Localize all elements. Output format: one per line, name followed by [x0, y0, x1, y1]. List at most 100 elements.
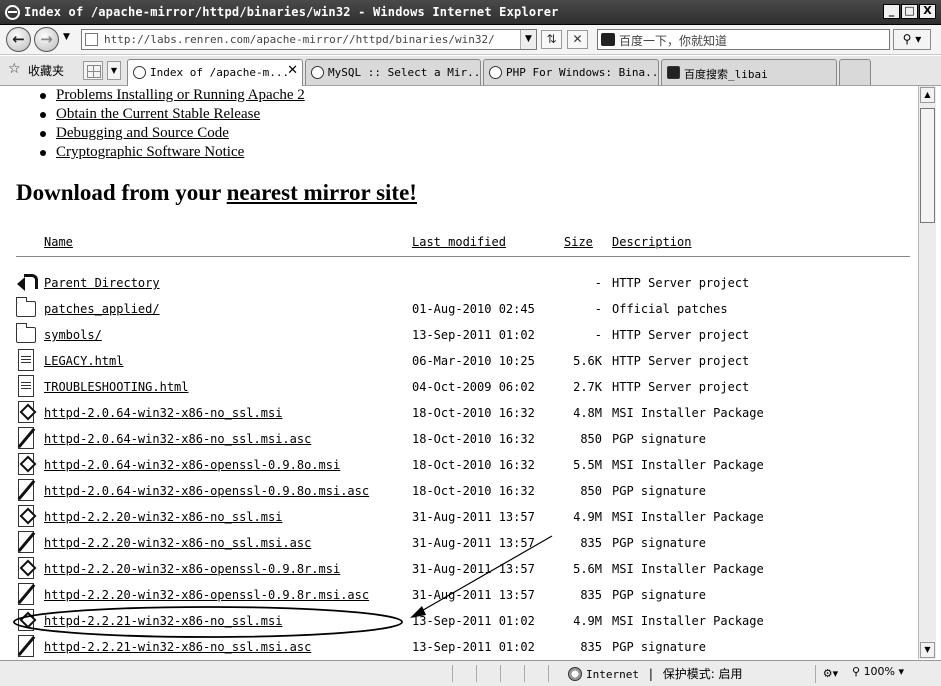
file-name-link[interactable]: httpd-2.2.20-win32-x86-no_ssl.msi.asc: [44, 536, 311, 550]
last-modified: 18-Oct-2010 16:32: [412, 406, 535, 420]
signature-icon: [18, 427, 34, 449]
signature-icon: [18, 583, 34, 605]
file-name-link[interactable]: httpd-2.0.64-win32-x86-no_ssl.msi.asc: [44, 432, 311, 446]
scroll-up-icon[interactable]: ▲: [920, 87, 935, 103]
table-row: httpd-2.2.21-win32-x86-no_ssl.msi.asc 13-…: [2, 634, 918, 659]
package-icon: [18, 609, 34, 631]
file-description: PGP signature: [612, 640, 706, 654]
last-modified: 31-Aug-2011 13:57: [412, 588, 535, 602]
link-problems-installing[interactable]: Problems Installing or Running Apache 2: [56, 87, 305, 103]
close-window-button[interactable]: X: [919, 4, 936, 19]
file-description: HTTP Server project: [612, 328, 750, 342]
globe-icon: [568, 667, 582, 681]
file-size: 2.7K: [573, 380, 602, 394]
close-tab-icon[interactable]: ✕: [287, 63, 298, 78]
document-icon: [18, 349, 34, 371]
last-modified: 31-Aug-2011 13:57: [412, 510, 535, 524]
security-settings-icon[interactable]: ⚙▾: [815, 665, 845, 683]
file-size: 835: [580, 588, 602, 602]
file-description: MSI Installer Package: [612, 458, 764, 472]
search-button[interactable]: ⚲ ▾: [893, 29, 931, 50]
address-url[interactable]: http://labs.renren.com/apache-mirror//ht…: [104, 33, 495, 46]
favorites-star-icon[interactable]: ☆: [8, 61, 21, 77]
zoom-level: 100%: [863, 665, 896, 678]
table-row: httpd-2.2.20-win32-x86-no_ssl.msi.asc 31-…: [2, 530, 918, 556]
status-segment: [500, 665, 524, 682]
column-header-name[interactable]: Name: [44, 235, 73, 249]
file-name-link[interactable]: httpd-2.2.21-win32-x86-no_ssl.msi: [44, 614, 282, 628]
table-row: symbols/13-Sep-2011 01:02 - HTTP Server pr…: [2, 322, 918, 348]
search-placeholder[interactable]: 百度一下，你就知道: [619, 32, 727, 49]
mirror-heading: Download from your nearest mirror site!: [16, 180, 417, 206]
maximize-button[interactable]: □: [901, 4, 918, 19]
table-row: httpd-2.0.64-win32-x86-openssl-0.9.8o.ms…: [2, 478, 918, 504]
tab-label: MySQL :: Select a Mir...: [328, 66, 487, 79]
tab-apache-index[interactable]: Index of /apache-m... ✕: [127, 59, 303, 86]
list-item: Problems Installing or Running Apache 2: [40, 86, 305, 105]
file-name-link[interactable]: httpd-2.0.64-win32-x86-openssl-0.9.8o.ms…: [44, 484, 369, 498]
table-row: patches_applied/01-Aug-2010 02:45 - Offici…: [2, 296, 918, 322]
minimize-button[interactable]: _: [883, 4, 900, 19]
table-row: httpd-2.0.64-win32-x86-no_ssl.msi 18-Oct-…: [2, 400, 918, 426]
tab-php[interactable]: PHP For Windows: Bina...: [483, 59, 665, 85]
status-bar: Internet | 保护模式: 启用 ⚙▾ ⚲ 100% ▾: [0, 660, 941, 686]
file-description: MSI Installer Package: [612, 406, 764, 420]
recent-pages-dropdown[interactable]: ▼: [63, 32, 70, 42]
file-size: 5.5M: [573, 458, 602, 472]
title-bar: Index of /apache-mirror/httpd/binaries/w…: [0, 0, 941, 25]
column-header-size[interactable]: Size: [564, 235, 593, 249]
file-description: MSI Installer Package: [612, 614, 764, 628]
tab-baidu[interactable]: 百度搜索_libai: [661, 59, 837, 85]
folder-icon: [16, 323, 36, 343]
quick-tabs-icon[interactable]: [83, 61, 103, 80]
address-bar[interactable]: http://labs.renren.com/apache-mirror//ht…: [81, 29, 537, 50]
file-name-link[interactable]: symbols/: [44, 328, 102, 342]
search-input[interactable]: 百度一下，你就知道: [597, 29, 890, 50]
table-row: httpd-2.2.20-win32-x86-openssl-0.9.8r.ms…: [2, 582, 918, 608]
signature-icon: [18, 635, 34, 657]
column-header-modified[interactable]: Last modified: [412, 235, 506, 249]
page-icon: [85, 33, 98, 46]
tab-list-dropdown[interactable]: ▼: [107, 61, 121, 80]
refresh-icon[interactable]: ⇅: [541, 30, 562, 49]
file-name-link[interactable]: TROUBLESHOOTING.html: [44, 380, 189, 394]
parent-directory-icon: [16, 271, 38, 293]
link-crypto-notice[interactable]: Cryptographic Software Notice: [56, 144, 244, 160]
table-row: httpd-2.0.64-win32-x86-no_ssl.msi.asc 18-…: [2, 426, 918, 452]
link-stable-release[interactable]: Obtain the Current Stable Release: [56, 106, 260, 122]
forward-button[interactable]: →: [34, 27, 59, 52]
favorites-button[interactable]: 收藏夹: [28, 62, 64, 79]
header-divider: [16, 256, 910, 257]
file-size: 5.6M: [573, 562, 602, 576]
address-dropdown-button[interactable]: ▼: [520, 30, 536, 49]
stop-icon[interactable]: ✕: [567, 30, 588, 49]
package-icon: [18, 557, 34, 579]
tab-mysql[interactable]: MySQL :: Select a Mir...: [305, 59, 487, 85]
file-name-link[interactable]: httpd-2.0.64-win32-x86-openssl-0.9.8o.ms…: [44, 458, 340, 472]
baidu-paw-icon: [601, 33, 615, 46]
file-name-link[interactable]: patches_applied/: [44, 302, 160, 316]
new-tab-button[interactable]: [839, 59, 871, 85]
file-name-link[interactable]: httpd-2.0.64-win32-x86-no_ssl.msi: [44, 406, 282, 420]
scroll-down-icon[interactable]: ▼: [920, 642, 935, 658]
zoom-control[interactable]: ⚲ 100% ▾: [852, 665, 904, 678]
file-name-link[interactable]: httpd-2.2.20-win32-x86-no_ssl.msi: [44, 510, 282, 524]
nearest-mirror-link[interactable]: nearest mirror site!: [227, 180, 417, 205]
security-zone[interactable]: Internet | 保护模式: 启用: [568, 665, 743, 683]
back-button[interactable]: ←: [6, 27, 31, 52]
scroll-thumb[interactable]: [920, 108, 935, 223]
file-name-link[interactable]: httpd-2.2.20-win32-x86-openssl-0.9.8r.ms…: [44, 562, 340, 576]
vertical-scrollbar[interactable]: ▲ ▼: [918, 86, 936, 659]
file-name-link[interactable]: httpd-2.2.21-win32-x86-no_ssl.msi.asc: [44, 640, 311, 654]
file-name-link[interactable]: LEGACY.html: [44, 354, 123, 368]
file-name-link[interactable]: httpd-2.2.20-win32-x86-openssl-0.9.8r.ms…: [44, 588, 369, 602]
column-header-description[interactable]: Description: [612, 235, 691, 249]
page-content: Problems Installing or Running Apache 2 …: [2, 86, 918, 659]
status-segment: [524, 665, 548, 682]
help-links-list: Problems Installing or Running Apache 2 …: [40, 86, 305, 162]
signature-icon: [18, 531, 34, 553]
file-name-link[interactable]: Parent Directory: [44, 276, 160, 290]
last-modified: 13-Sep-2011 01:02: [412, 640, 535, 654]
file-description: PGP signature: [612, 484, 706, 498]
link-debugging[interactable]: Debugging and Source Code: [56, 125, 229, 141]
